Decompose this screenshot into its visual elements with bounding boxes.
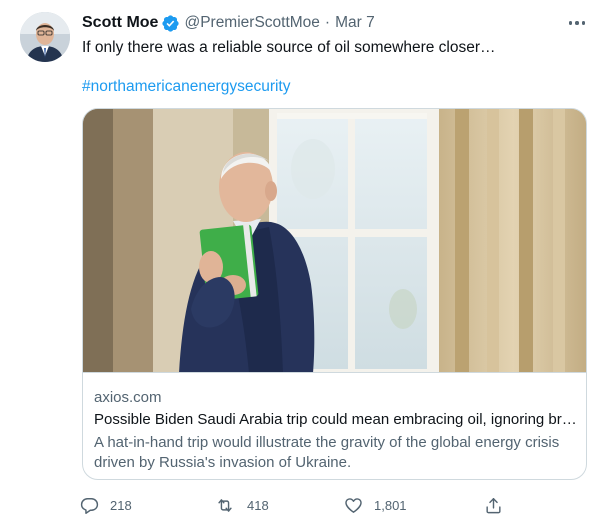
- reply-icon: [80, 496, 99, 515]
- handle[interactable]: @PremierScottMoe: [184, 14, 319, 32]
- tweet-text: If only there was a reliable source of o…: [82, 39, 496, 56]
- display-name[interactable]: Scott Moe: [82, 14, 158, 32]
- tweet-date[interactable]: Mar 7: [335, 14, 375, 32]
- share-button[interactable]: [484, 493, 503, 517]
- tweet[interactable]: Scott Moe @PremierScottMoe · Mar 7 If on…: [0, 0, 608, 522]
- like-count: 1,801: [374, 497, 407, 513]
- hashtag-link[interactable]: #northamericanenergysecurity: [82, 78, 291, 96]
- tweet-header: Scott Moe @PremierScottMoe · Mar 7: [82, 12, 375, 34]
- separator-dot: ·: [324, 14, 331, 31]
- avatar[interactable]: [20, 12, 70, 62]
- tweet-actions: 218 418 1,801: [0, 493, 608, 517]
- reply-count: 218: [110, 497, 132, 513]
- share-icon: [484, 496, 503, 515]
- card-image[interactable]: [83, 109, 586, 373]
- retweet-icon: [214, 496, 236, 515]
- card-domain: axios.com: [94, 389, 162, 406]
- link-card[interactable]: axios.com Possible Biden Saudi Arabia tr…: [82, 108, 587, 480]
- card-description: A hat-in-hand trip would illustrate the …: [94, 434, 560, 471]
- heart-icon: [344, 496, 363, 515]
- like-button[interactable]: 1,801: [344, 493, 407, 517]
- verified-badge-icon: [161, 14, 180, 33]
- card-title[interactable]: Possible Biden Saudi Arabia trip could m…: [94, 411, 579, 428]
- more-horizontal-icon[interactable]: [566, 14, 588, 32]
- reply-button[interactable]: 218: [80, 493, 132, 517]
- retweet-count: 418: [247, 497, 269, 513]
- retweet-button[interactable]: 418: [214, 493, 269, 517]
